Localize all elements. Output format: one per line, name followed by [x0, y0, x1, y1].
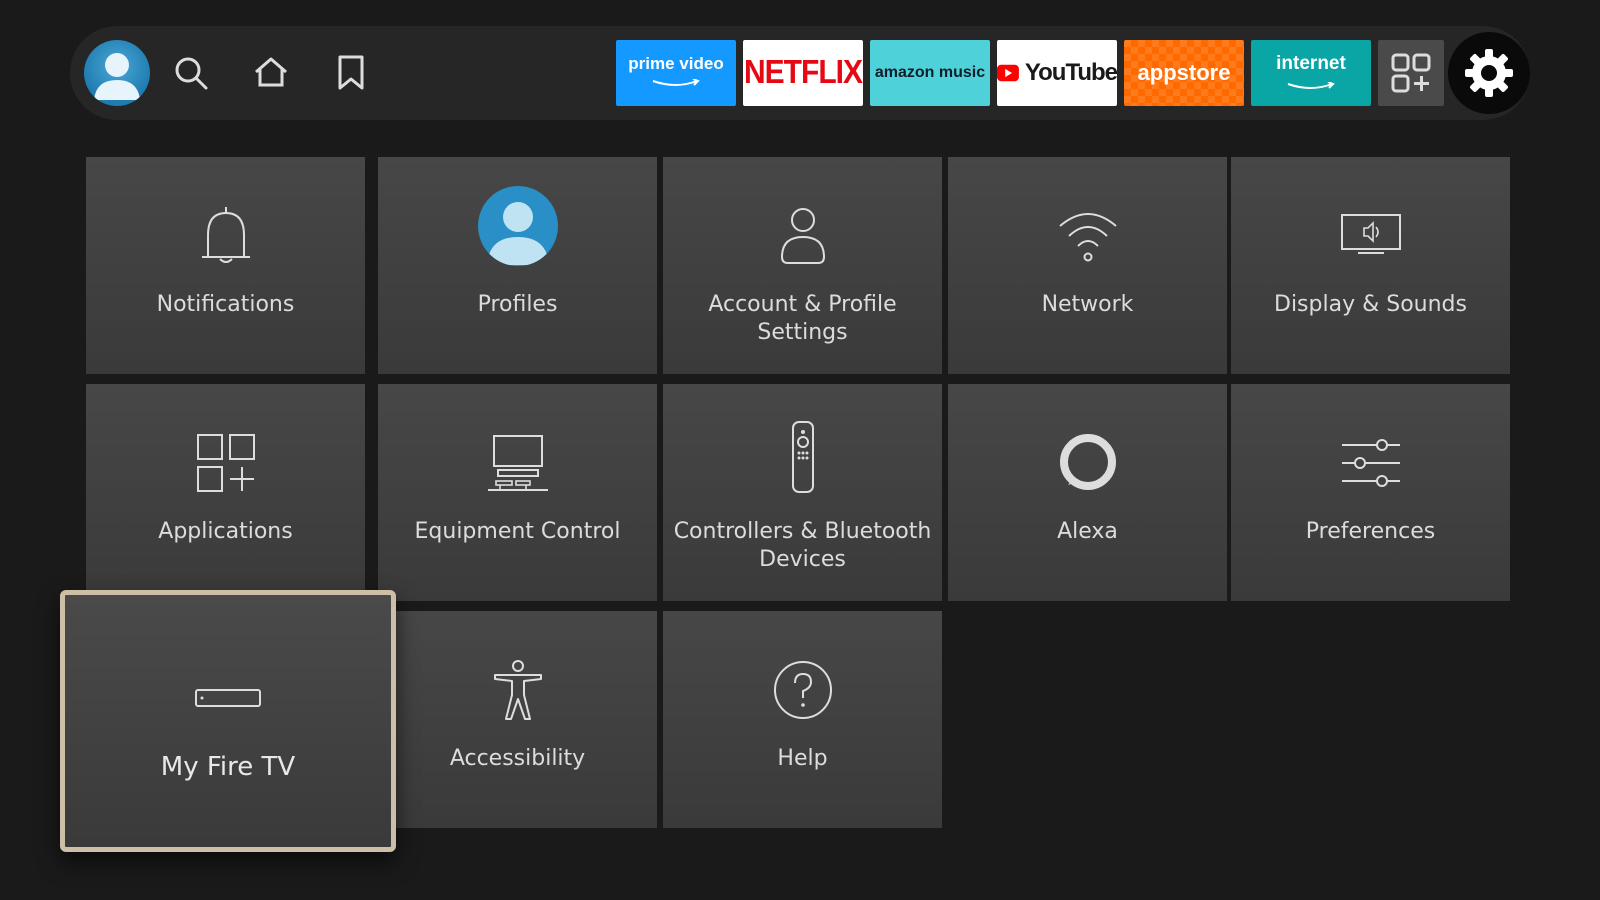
smile-arrow-icon [1287, 80, 1335, 89]
search-icon[interactable] [170, 52, 212, 94]
person-icon [780, 208, 825, 264]
tile-controllers-bluetooth[interactable]: Controllers & Bluetooth Devices [663, 384, 942, 601]
tv-speaker-icon [1340, 214, 1401, 254]
gear-icon [1465, 49, 1513, 97]
tile-preferences[interactable]: Preferences [1231, 384, 1510, 601]
settings-button[interactable] [1448, 32, 1530, 114]
tile-label: Help [777, 746, 828, 771]
tile-label: Profiles [477, 292, 558, 317]
tile-alexa[interactable]: Alexa [948, 384, 1227, 601]
fire-tv-device-icon [195, 689, 261, 707]
tile-label: Accessibility [449, 746, 586, 771]
bell-icon [201, 207, 250, 263]
tile-equipment-control[interactable]: Equipment Control [378, 384, 657, 601]
netflix-label: NETFLIX [744, 54, 863, 91]
tile-label: Notifications [156, 292, 295, 317]
tile-label: Preferences [1305, 519, 1436, 544]
apps-grid-plus-icon [1391, 53, 1431, 93]
profile-avatar-icon [477, 186, 558, 266]
tile-display-sounds[interactable]: Display & Sounds [1231, 157, 1510, 374]
alexa-icon [1059, 434, 1116, 490]
tile-label: My Fire TV [160, 752, 296, 782]
tile-applications[interactable]: Applications [86, 384, 365, 601]
tile-accessibility[interactable]: Accessibility [378, 611, 657, 828]
tile-profiles[interactable]: Profiles [378, 157, 657, 374]
smile-arrow-icon [652, 78, 700, 86]
sliders-icon [1341, 439, 1400, 487]
wifi-icon [1058, 213, 1117, 262]
netflix-app[interactable]: NETFLIX [743, 40, 863, 106]
prime-video-label: prime video [628, 54, 724, 73]
tile-help[interactable]: Help [663, 611, 942, 828]
profile-avatar[interactable] [84, 40, 150, 106]
internet-label: internet [1276, 52, 1346, 74]
top-nav-bar: prime video NETFLIX amazon music YouTube… [70, 26, 1530, 120]
remote-icon [791, 421, 814, 493]
tile-label: Controllers & Bluetooth Devices [673, 519, 932, 572]
youtube-app[interactable]: YouTube [997, 40, 1117, 106]
amazon-music-label: amazon music [874, 64, 986, 81]
amazon-music-app[interactable]: amazon music [870, 40, 990, 106]
help-question-icon [773, 661, 832, 719]
tv-equipment-icon [487, 435, 548, 491]
bookmark-icon[interactable] [330, 52, 372, 94]
appstore-app[interactable]: appstore [1124, 40, 1244, 106]
tile-label: Display & Sounds [1274, 292, 1467, 317]
tile-network[interactable]: Network [948, 157, 1227, 374]
tile-account-profile-settings[interactable]: Account & Profile Settings [663, 157, 942, 374]
tile-label: Alexa [1057, 519, 1118, 544]
youtube-label: YouTube [1024, 59, 1117, 86]
youtube-play-icon [997, 64, 1019, 82]
tile-label: Applications [158, 519, 293, 544]
home-icon[interactable] [250, 52, 292, 94]
tile-label: Account & Profile Settings [708, 292, 897, 345]
tile-my-fire-tv[interactable]: My Fire TV [60, 590, 396, 852]
tile-notifications[interactable]: Notifications [86, 157, 365, 374]
user-silhouette-icon [94, 53, 140, 100]
all-apps-button[interactable] [1378, 40, 1444, 106]
internet-app[interactable]: internet [1251, 40, 1371, 106]
appstore-label: appstore [1137, 60, 1231, 85]
apps-grid-icon [196, 434, 255, 492]
tile-label: Network [1041, 292, 1134, 317]
accessibility-icon [493, 660, 542, 720]
prime-video-app[interactable]: prime video [616, 40, 736, 106]
tile-label: Equipment Control [414, 519, 621, 544]
